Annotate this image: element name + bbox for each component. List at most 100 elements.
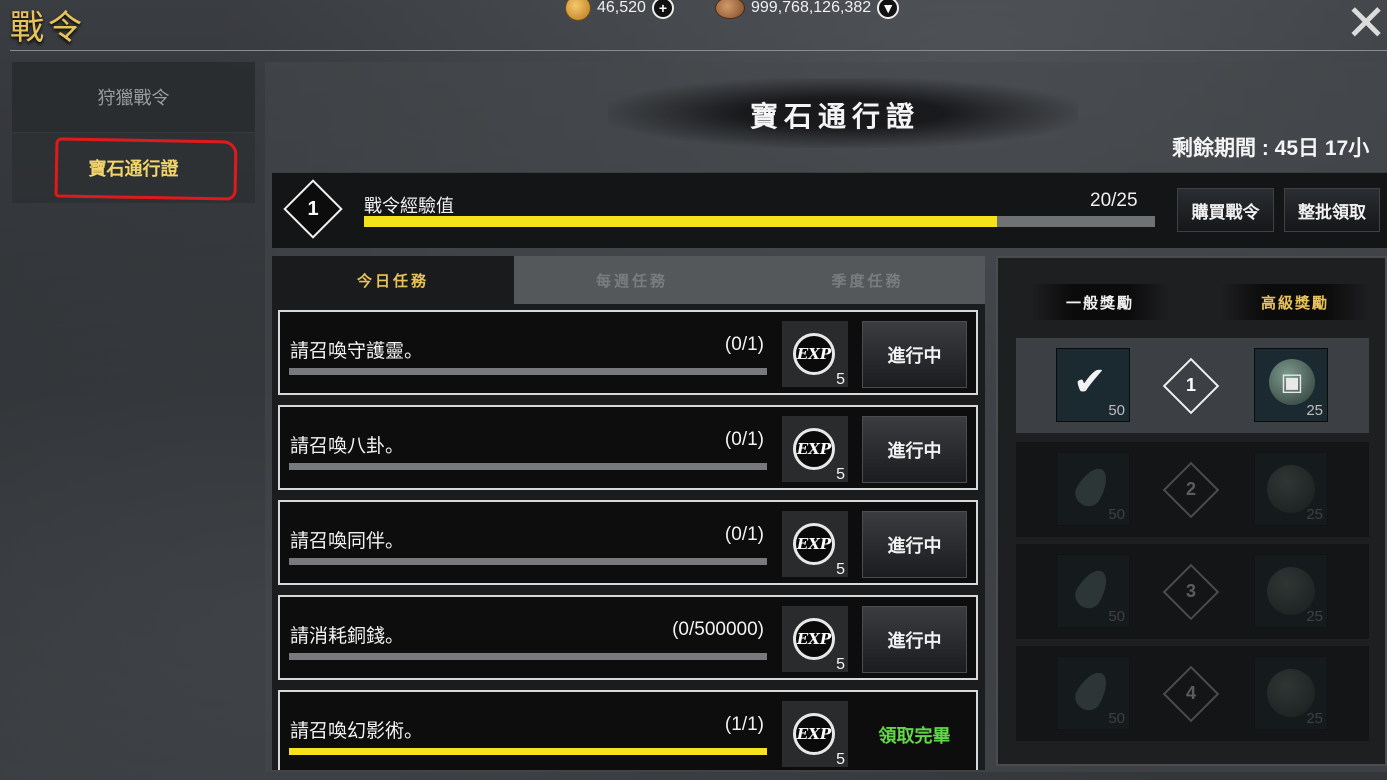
close-icon[interactable]: ✕ [1345,0,1387,52]
exp-label: 戰令經驗值 [364,196,454,216]
reward-count: 50 [1108,608,1125,625]
premium-reward-slot[interactable]: 25 [1254,554,1328,628]
reward-row: 50 3 25 [1016,544,1369,639]
quest-status-button[interactable]: 進行中 [862,321,967,388]
copper-amount: 999,768,126,382 [751,0,872,16]
exp-value: 20/25 [1090,190,1138,211]
premium-reward-slot[interactable]: 25 [1254,452,1328,526]
exp-progress-track [364,216,1155,227]
exp-progress-fill [364,216,997,227]
normal-reward-slot[interactable]: 50 [1056,554,1130,628]
quest-text: 請召喚八卦。 [290,436,405,457]
quest-text: 請召喚幻影術。 [290,721,424,742]
remaining-time: 剩餘期間 : 45日 17小 [1172,137,1370,160]
exp-icon: EXP [793,523,835,565]
quest-count: (0/1) [724,429,764,450]
exp-amount: 5 [836,656,845,673]
top-bar: 戰令 [0,0,1387,52]
reward-count: 25 [1306,608,1323,625]
quest-progress-track [289,748,767,755]
buy-pass-button[interactable]: 購買戰令 [1177,188,1274,232]
tab-daily[interactable]: 今日任務 [272,256,514,304]
level-number: 1 [307,198,319,220]
quest-row: 請召喚守護靈。 (0/1) EXP 5 進行中 [278,310,978,395]
reward-level: 3 [1185,581,1196,601]
reward-count: 25 [1306,506,1323,523]
coin-icon [565,0,591,21]
quest-count: (0/1) [724,334,764,355]
reward-count: 50 [1108,710,1125,727]
quest-count: (1/1) [724,714,764,735]
header-divider [10,50,1387,51]
quest-status-button[interactable]: 進行中 [862,511,967,578]
normal-reward-slot[interactable]: 50 [1056,452,1130,526]
quest-completed-label: 領取完畢 [878,725,951,746]
premium-reward-header: 高級獎勵 [1220,284,1370,320]
add-coin-button[interactable]: + [651,0,674,19]
leaf-icon [1070,667,1114,715]
red-highlight-annotation [54,137,238,201]
sidebar-item-hunting-pass[interactable]: 狩獵戰令 [12,62,255,132]
normal-reward-slot[interactable]: ✔ 50 [1056,348,1130,422]
reward-level: 2 [1185,479,1196,499]
reward-row: 50 4 25 [1016,646,1369,741]
exp-amount: 5 [836,371,845,388]
lock-icon: ▣ [1269,359,1315,405]
copper-icon [715,0,745,19]
exp-icon: EXP [793,713,835,755]
reward-count: 25 [1306,710,1323,727]
tab-weekly[interactable]: 每週任務 [514,256,750,304]
reward-level: 4 [1185,683,1196,703]
normal-reward-header: 一般獎勵 [1030,284,1170,320]
quest-row: 請消耗銅錢。 (0/500000) EXP 5 進行中 [278,595,978,680]
quest-count: (0/1) [724,524,764,545]
premium-reward-slot[interactable]: ▣ 25 [1254,348,1328,422]
quest-progress-track [289,653,767,660]
quest-tabs: 今日任務 每週任務 季度任務 [272,256,985,304]
quest-progress-track [289,558,767,565]
normal-reward-slot[interactable]: 50 [1056,656,1130,730]
page-title: 寶石通行證 [749,100,920,133]
quest-status-button[interactable]: 進行中 [862,606,967,673]
quest-text: 請召喚同伴。 [290,531,405,552]
exp-icon: EXP [793,333,835,375]
quest-text: 請消耗銅錢。 [290,626,405,647]
reward-count: 25 [1306,402,1323,419]
exp-reward: EXP 5 [782,511,848,578]
quest-progress-track [289,368,767,375]
exp-amount: 5 [836,561,845,578]
quest-count: (0/500000) [672,619,764,640]
quest-row: 請召喚同伴。 (0/1) EXP 5 進行中 [278,500,978,585]
exp-amount: 5 [836,751,845,768]
exp-amount: 5 [836,466,845,483]
quest-progress-track [289,463,767,470]
exp-icon: EXP [793,618,835,660]
quest-row: 請召喚幻影術。 (1/1) EXP 5 領取完畢 [278,690,978,770]
check-icon: ✔ [1073,360,1107,404]
exp-reward: EXP 5 [782,701,848,768]
leaf-icon [1070,463,1114,511]
exp-icon: EXP [793,428,835,470]
reward-count: 50 [1108,506,1125,523]
window-title: 戰令 [10,8,86,48]
copper-dropdown-button[interactable]: ▼ [877,0,900,19]
leaf-icon [1070,565,1114,613]
reward-level: 1 [1185,375,1196,395]
tab-seasonal[interactable]: 季度任務 [750,256,985,304]
coin-amount: 46,520 [597,0,646,16]
copper-currency: 999,768,126,382 ▼ [715,0,900,19]
premium-reward-slot[interactable]: 25 [1254,656,1328,730]
exp-reward: EXP 5 [782,321,848,388]
claim-all-button[interactable]: 整批領取 [1284,188,1380,232]
quest-status-button[interactable]: 進行中 [862,416,967,483]
reward-row: 50 2 25 [1016,442,1369,537]
exp-reward: EXP 5 [782,606,848,673]
quest-progress-fill [289,748,767,755]
quest-text: 請召喚守護靈。 [290,341,424,362]
exp-reward: EXP 5 [782,416,848,483]
reward-row: ✔ 50 1 ▣ 25 [1016,338,1369,433]
reward-count: 50 [1108,402,1125,419]
sidebar-item-label: 狩獵戰令 [97,88,170,108]
quest-row: 請召喚八卦。 (0/1) EXP 5 進行中 [278,405,978,490]
coin-currency: 46,520 + [565,0,674,21]
